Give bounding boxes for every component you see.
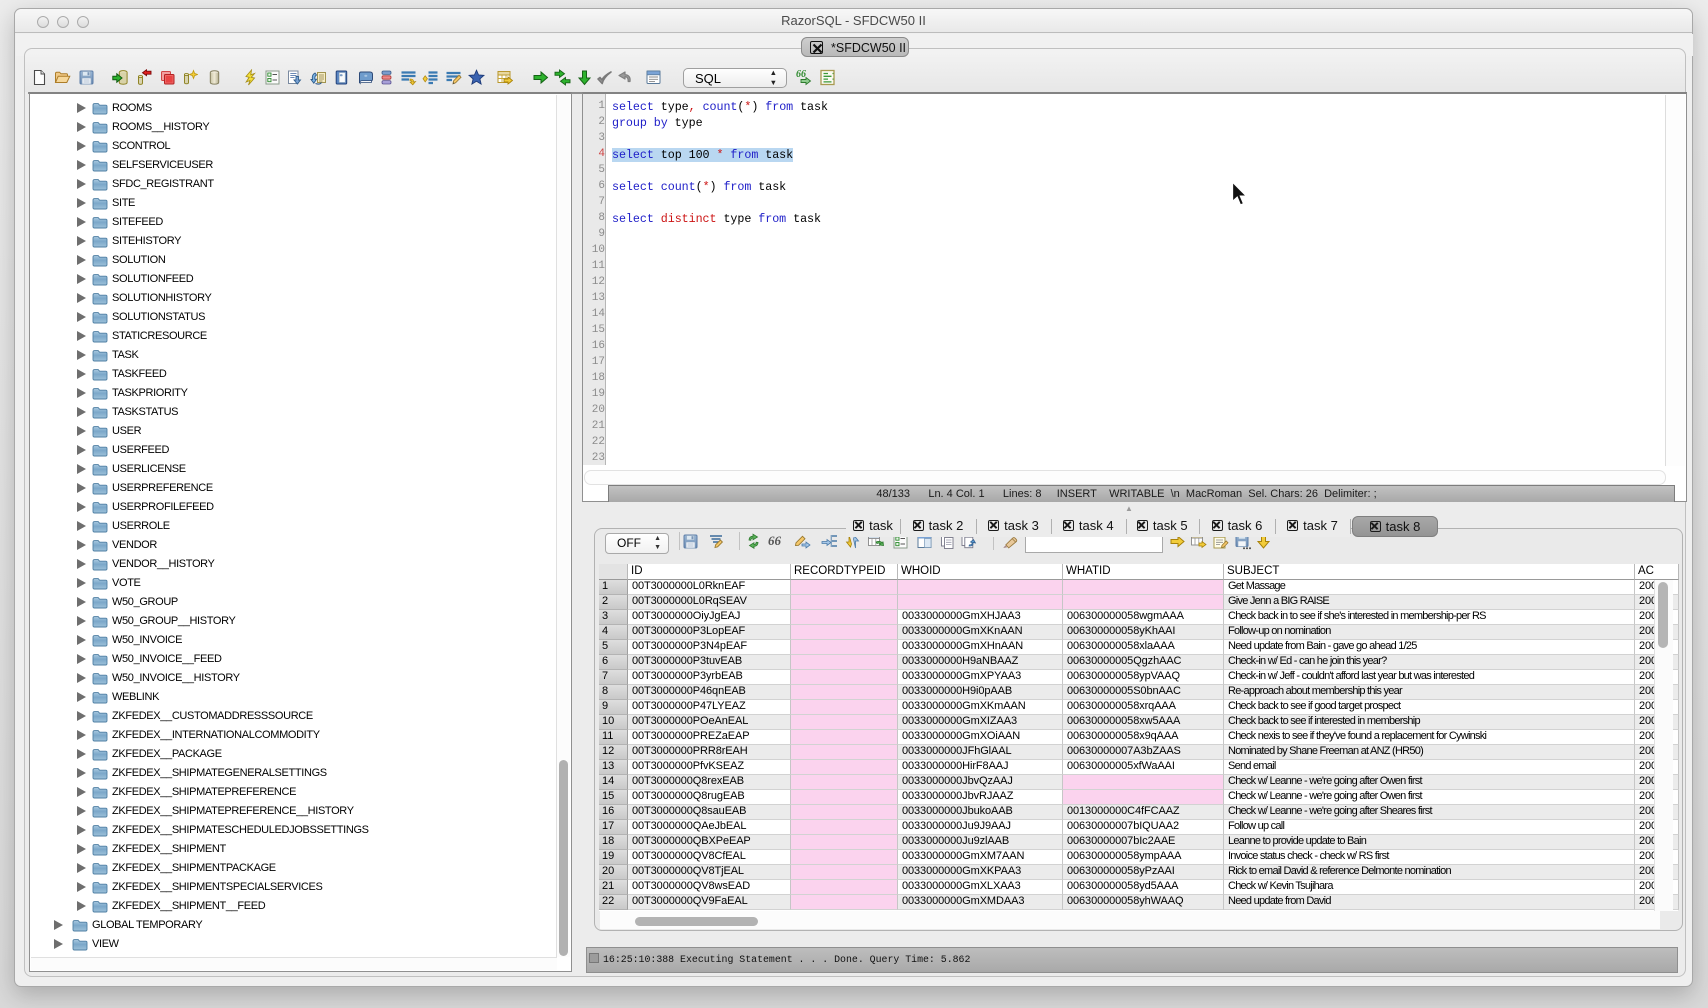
svg-text:66: 66 — [796, 69, 806, 80]
svg-text:66: 66 — [768, 533, 782, 548]
